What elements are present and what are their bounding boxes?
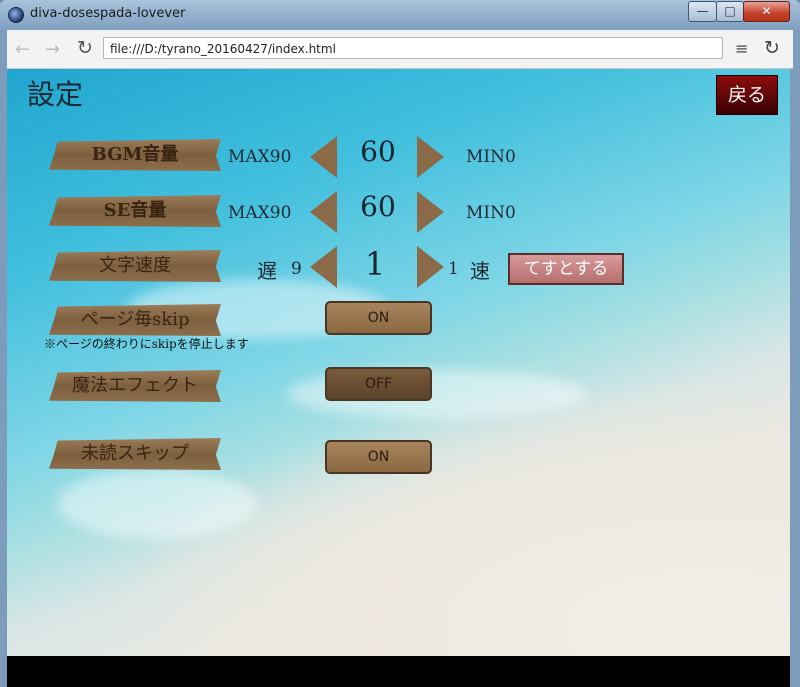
bgm-volume-value: 60 — [360, 135, 396, 168]
speed-slower-arrow-icon[interactable] — [310, 246, 337, 288]
bgm-volume-label: BGM音量 — [49, 139, 221, 171]
slow-label: 遅 — [257, 259, 277, 283]
reload-icon[interactable]: ↻ — [77, 37, 93, 59]
menu-icon[interactable]: ≡ — [735, 39, 748, 58]
se-decrease-arrow-icon[interactable] — [417, 191, 444, 233]
letterbox-bar — [7, 656, 790, 687]
reload-icon-right[interactable]: ↻ — [764, 37, 780, 59]
test-speed-button[interactable]: てすとする — [508, 253, 624, 285]
page-skip-toggle[interactable]: ON — [325, 301, 432, 335]
close-button[interactable]: ✕ — [743, 1, 790, 22]
game-settings-screen: 設定 戻る BGM音量 MAX90 60 MIN0 SE音量 MAX90 60 … — [7, 69, 790, 656]
bgm-min-label: MIN0 — [466, 147, 516, 167]
speed-faster-arrow-icon[interactable] — [417, 246, 444, 288]
maximize-button[interactable]: □ — [716, 1, 744, 22]
page-skip-note: ※ページの終わりにskipを停止します — [44, 337, 249, 351]
wave-foam — [57, 469, 257, 539]
window-title: diva-dosespada-lovever — [30, 6, 186, 21]
text-speed-value: 1 — [364, 245, 386, 283]
minimize-button[interactable]: — — [688, 1, 717, 22]
back-button[interactable]: 戻る — [716, 75, 778, 115]
se-volume-value: 60 — [360, 190, 396, 223]
address-bar[interactable]: file:///D:/tyrano_20160427/index.html — [103, 37, 723, 59]
se-increase-arrow-icon[interactable] — [310, 191, 337, 233]
magic-effect-toggle[interactable]: OFF — [325, 367, 432, 401]
fast-label: 速 — [470, 259, 490, 283]
bgm-increase-arrow-icon[interactable] — [310, 136, 337, 178]
browser-window: diva-dosespada-lovever — □ ✕ ← → ↻ file:… — [0, 0, 800, 687]
text-speed-label: 文字速度 — [49, 250, 221, 282]
unread-skip-label: 未読スキップ — [49, 438, 221, 470]
se-min-label: MIN0 — [466, 203, 516, 223]
slow-value: 9 — [291, 259, 302, 279]
se-volume-label: SE音量 — [49, 195, 221, 227]
browser-toolbar: ← → ↻ file:///D:/tyrano_20160427/index.h… — [7, 30, 793, 69]
forward-arrow-icon[interactable]: → — [45, 39, 60, 60]
app-icon — [8, 7, 24, 23]
bgm-decrease-arrow-icon[interactable] — [417, 136, 444, 178]
se-max-label: MAX90 — [228, 203, 292, 223]
fast-value: 1 — [448, 259, 459, 279]
magic-effect-label: 魔法エフェクト — [49, 370, 221, 402]
page-title: 設定 — [27, 78, 84, 111]
bgm-max-label: MAX90 — [228, 147, 292, 167]
page-skip-label: ページ毎skip — [49, 304, 221, 336]
unread-skip-toggle[interactable]: ON — [325, 440, 432, 474]
title-bar: diva-dosespada-lovever — □ ✕ — [0, 0, 800, 30]
back-arrow-icon[interactable]: ← — [15, 39, 30, 60]
